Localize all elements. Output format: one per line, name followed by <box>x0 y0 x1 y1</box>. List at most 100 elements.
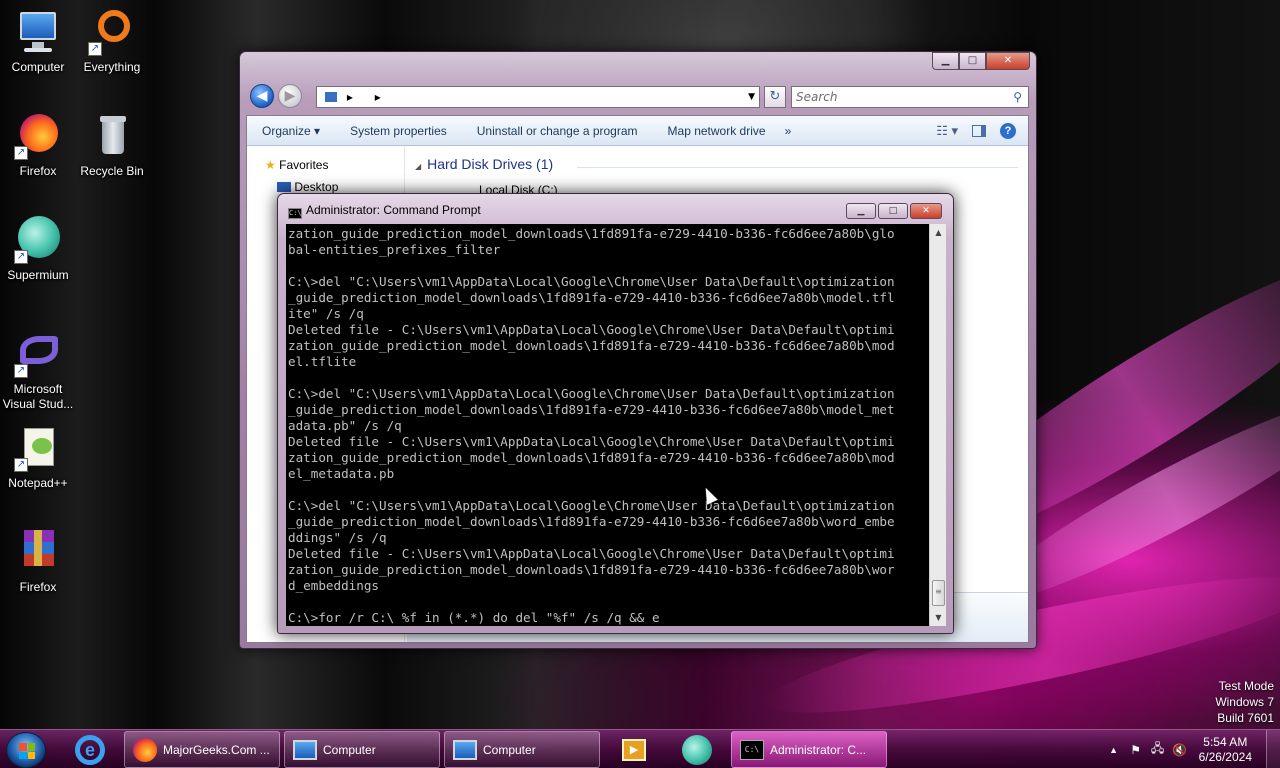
taskbar-pin-supermium[interactable] <box>676 731 718 768</box>
minimize-button[interactable]: ▁ <box>846 203 876 219</box>
shortcut-arrow-icon: ↗ <box>88 42 102 56</box>
desktop-icon-label: Computer <box>11 60 65 74</box>
view-options-icon[interactable]: ☷ ▾ <box>936 123 958 139</box>
search-icon[interactable]: ⚲ <box>1013 87 1022 107</box>
search-input[interactable]: Search ⚲ <box>791 86 1029 108</box>
computer-icon <box>453 739 477 760</box>
console-line: bal-entities_prefixes_filter <box>288 242 501 257</box>
desktop-icon-supermium[interactable]: ↗ Supermium <box>0 216 76 283</box>
console-line: Deleted file - C:\Users\vm1\AppData\Loca… <box>288 322 895 337</box>
uninstall-program-button[interactable]: Uninstall or change a program <box>462 124 653 138</box>
clock-time: 5:54 AM <box>1203 734 1248 749</box>
desktop-icon-label: Everything <box>83 60 141 74</box>
refresh-button[interactable]: ↻ <box>764 86 786 108</box>
address-bar[interactable]: ▸ ▸ ▼ <box>316 86 760 108</box>
scroll-down-icon[interactable]: ▼ <box>930 609 947 626</box>
console-line: C:\>del "C:\Users\vm1\AppData\Local\Goog… <box>288 274 895 289</box>
shortcut-arrow-icon: ↗ <box>14 250 28 264</box>
cmd-icon: C:\ <box>288 208 302 219</box>
cmd-icon: C:\ <box>740 739 764 760</box>
taskbar-item-computer-2[interactable]: Computer <box>444 731 600 768</box>
console-line: el_metadata.pb <box>288 466 395 481</box>
desktop-icon <box>277 182 291 192</box>
desktop-icon-everything[interactable]: ↗ Everything <box>74 8 150 75</box>
cmd-caption-buttons: ▁ □ ✕ <box>846 203 942 219</box>
desktop-icon-notepadpp[interactable]: ↗ Notepad++ <box>0 424 76 491</box>
close-button[interactable]: ✕ <box>910 203 942 219</box>
nav-favorites[interactable]: ★ Favorites <box>265 158 328 172</box>
show-desktop-button[interactable] <box>1266 730 1280 768</box>
preview-pane-icon[interactable] <box>972 124 986 137</box>
start-button[interactable] <box>6 732 46 768</box>
desktop-icon-firefox[interactable]: ↗ Firefox <box>0 112 76 179</box>
minimize-button[interactable]: ▁ <box>932 52 959 70</box>
system-properties-button[interactable]: System properties <box>335 124 462 138</box>
clock-date: 6/26/2024 <box>1198 749 1252 764</box>
desktop-icon-label: Firefox <box>19 580 57 594</box>
windows-logo-icon <box>19 743 35 759</box>
taskbar-pin-media-player[interactable]: ▶ <box>614 731 654 768</box>
console-line: _guide_prediction_model_downloads\1fd891… <box>288 402 895 417</box>
console-line: zation_guide_prediction_model_downloads\… <box>288 450 895 465</box>
console-line: zation_guide_prediction_model_downloads\… <box>288 226 895 241</box>
taskbar-pin-ie[interactable]: e <box>70 731 110 768</box>
action-center-flag-icon[interactable]: ⚑ <box>1125 743 1147 757</box>
console-line: Deleted file - C:\Users\vm1\AppData\Loca… <box>288 546 895 561</box>
firefox-icon: ↗ <box>14 112 62 160</box>
supermium-icon: ↗ <box>14 216 62 264</box>
breadcrumb-separator[interactable]: ▸ <box>347 90 353 104</box>
internet-explorer-icon: e <box>75 734 105 765</box>
desktop-icon-visual-studio[interactable]: ↗ Microsoft Visual Stud... <box>0 330 76 412</box>
more-commands-button[interactable]: » <box>781 124 796 138</box>
console-line: adata.pb" /s /q <box>288 418 402 433</box>
scroll-up-icon[interactable]: ▲ <box>930 224 947 241</box>
desktop-icon-recycle-bin[interactable]: Recycle Bin <box>74 112 150 179</box>
scroll-thumb[interactable]: ≡ <box>932 580 945 606</box>
cmd-title: C:\ Administrator: Command Prompt <box>288 203 481 219</box>
console-line: C:\>del "C:\Users\vm1\AppData\Local\Goog… <box>288 498 895 513</box>
shortcut-arrow-icon: ↗ <box>14 458 28 472</box>
test-mode-watermark: Test Mode Windows 7 Build 7601 <box>1215 679 1274 725</box>
close-button[interactable]: ✕ <box>986 52 1030 70</box>
back-button[interactable]: ◀ <box>250 84 274 108</box>
maximize-button[interactable]: □ <box>878 203 908 219</box>
console-line: el.tflite <box>288 354 357 369</box>
maximize-button[interactable]: □ <box>959 52 986 70</box>
console-line: C:\>for /r C:\ %f in (*.*) do del "%f" /… <box>288 610 660 625</box>
star-icon: ★ <box>265 158 276 172</box>
desktop-icon-winrar[interactable]: Firefox <box>0 528 76 595</box>
console-line: ddings" /s /q <box>288 530 387 545</box>
network-icon[interactable]: 🖧 <box>1147 739 1169 760</box>
help-icon[interactable]: ? <box>1000 122 1016 139</box>
console-output[interactable]: zation_guide_prediction_model_downloads\… <box>286 224 929 626</box>
taskbar-item-computer-1[interactable]: Computer <box>284 731 440 768</box>
collapse-icon[interactable]: ◢ <box>415 162 421 171</box>
notepadpp-icon: ↗ <box>14 424 62 472</box>
organize-button[interactable]: Organize ▾ <box>247 124 335 138</box>
forward-button[interactable]: ▶ <box>278 84 302 108</box>
shortcut-arrow-icon: ↗ <box>14 364 28 378</box>
breadcrumb-separator[interactable]: ▸ <box>375 90 381 104</box>
visual-studio-icon: ↗ <box>14 330 62 378</box>
system-tray: ▲ ⚑ 🖧 🔇 5:54 AM 6/26/2024 <box>1103 730 1280 768</box>
clock[interactable]: 5:54 AM 6/26/2024 <box>1191 735 1266 765</box>
map-network-drive-button[interactable]: Map network drive <box>653 124 781 138</box>
taskbar-item-command-prompt[interactable]: C:\ Administrator: C... <box>731 731 887 768</box>
address-dropdown-icon[interactable]: ▼ <box>748 87 755 107</box>
nav-desktop[interactable]: Desktop <box>277 180 338 194</box>
vertical-scrollbar[interactable]: ▲ ≡ ▼ <box>929 224 946 626</box>
group-header-hard-disk-drives[interactable]: ◢ Hard Disk Drives (1) <box>415 156 553 172</box>
everything-icon: ↗ <box>88 8 136 56</box>
firefox-icon <box>133 737 157 762</box>
desktop-icon-computer[interactable]: Computer <box>0 8 76 75</box>
recycle-bin-icon <box>88 112 136 160</box>
taskbar-item-firefox[interactable]: MajorGeeks.Com ... <box>124 731 280 768</box>
console-line: C:\>del "C:\Users\vm1\AppData\Local\Goog… <box>288 386 895 401</box>
show-hidden-icons-icon[interactable]: ▲ <box>1103 745 1125 755</box>
console-line: ite" /s /q <box>288 306 364 321</box>
shortcut-arrow-icon: ↗ <box>14 146 28 160</box>
volume-muted-icon[interactable]: 🔇 <box>1169 743 1191 757</box>
